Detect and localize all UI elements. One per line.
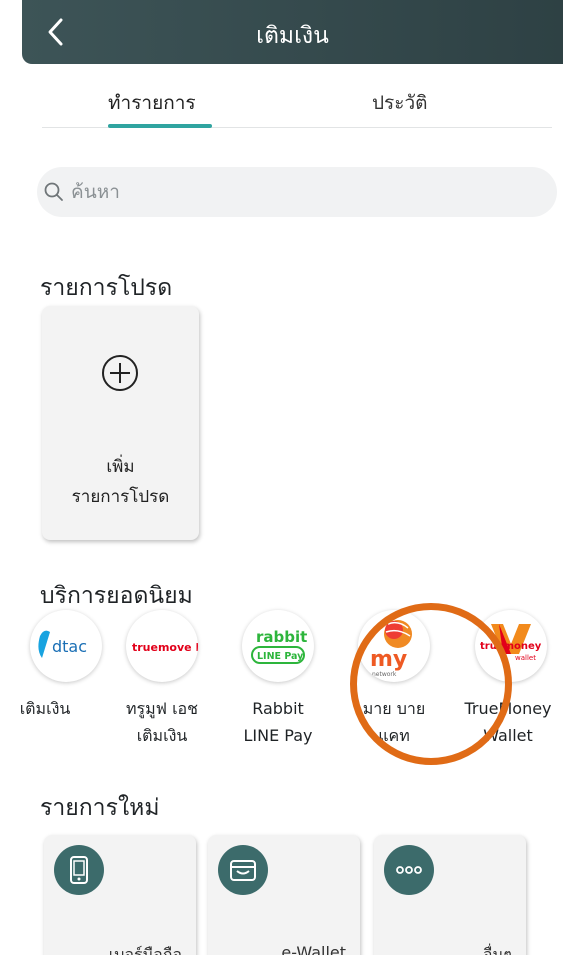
top-header: เติมเงิน <box>22 0 563 64</box>
search-input[interactable] <box>71 181 511 203</box>
mobile-phone-icon-wrap <box>54 845 104 895</box>
add-favorite-label-line1: เพิ่ม <box>106 457 135 477</box>
popular-item-label: TrueMoney Wallet <box>443 695 563 749</box>
popular-services-list: dtac เติมเงิน truemove H ทรูมูฟ เอช เติม… <box>0 610 563 760</box>
my-logo-sub: network <box>372 671 397 678</box>
new-item-label: e-Wallet <box>281 943 346 955</box>
mobile-phone-icon <box>70 856 88 884</box>
popular-item-label-line2: Wallet <box>483 726 533 745</box>
page-title: เติมเงิน <box>256 23 329 49</box>
my-logo-text: my <box>370 647 407 672</box>
popular-title: บริการยอดนิยม <box>40 583 193 609</box>
new-item-others[interactable]: อื่นๆ <box>374 835 526 955</box>
truemove-logo-text: truemove H <box>132 641 198 654</box>
new-items-title: รายการใหม่ <box>40 795 160 821</box>
new-item-label: อื่นๆ <box>482 945 512 955</box>
truemoney-logo-text: truemoney <box>480 641 542 652</box>
popular-item-label: เติมเงิน <box>0 695 90 722</box>
popular-item-label: มาย บาย แคท <box>326 695 462 749</box>
truemove-h-logo: truemove H <box>126 610 198 682</box>
truemoney-wallet-logo: truemoney wallet <box>475 610 547 682</box>
add-favorite-label-line2: รายการโปรด <box>71 487 170 507</box>
rabbit-logo-text: rabbit <box>256 628 307 646</box>
search-bar[interactable] <box>37 167 557 217</box>
new-item-e-wallet[interactable]: e-Wallet <box>208 835 360 955</box>
add-favorite-label: เพิ่ม รายการโปรด <box>42 452 199 512</box>
more-icon <box>396 866 422 874</box>
active-tab-indicator <box>108 124 212 128</box>
tab-bar: ทำรายการ ประวัติ <box>42 82 552 128</box>
wallet-icon-wrap <box>218 845 268 895</box>
dtac-logo-text: dtac <box>52 637 87 656</box>
dtac-logo: dtac <box>30 610 102 682</box>
tab-history[interactable]: ประวัติ <box>372 88 427 118</box>
truemoney-logo-sub: wallet <box>515 654 536 662</box>
new-item-mobile-number[interactable]: เบอร์มือถือ <box>44 835 196 955</box>
my-network-logo: my network <box>358 610 430 682</box>
popular-item-label-line2: แคท <box>378 726 410 745</box>
add-favorite-button[interactable]: เพิ่ม รายการโปรด <box>42 306 199 540</box>
search-icon <box>44 182 63 201</box>
popular-item-label-line1: มาย บาย <box>362 699 426 718</box>
popular-item-label-line1: เติมเงิน <box>19 699 71 718</box>
new-item-label: เบอร์มือถือ <box>108 945 182 955</box>
more-icon-wrap <box>384 845 434 895</box>
rabbit-line-pay-logo: rabbit LINE Pay <box>242 610 314 682</box>
popular-item-label-line1: TrueMoney <box>464 699 552 718</box>
favorites-title: รายการโปรด <box>40 275 173 301</box>
add-circle-icon <box>102 355 138 391</box>
wallet-icon <box>230 860 256 881</box>
rabbit-logo-sub: LINE Pay <box>257 651 304 662</box>
tab-transaction[interactable]: ทำรายการ <box>108 88 196 118</box>
